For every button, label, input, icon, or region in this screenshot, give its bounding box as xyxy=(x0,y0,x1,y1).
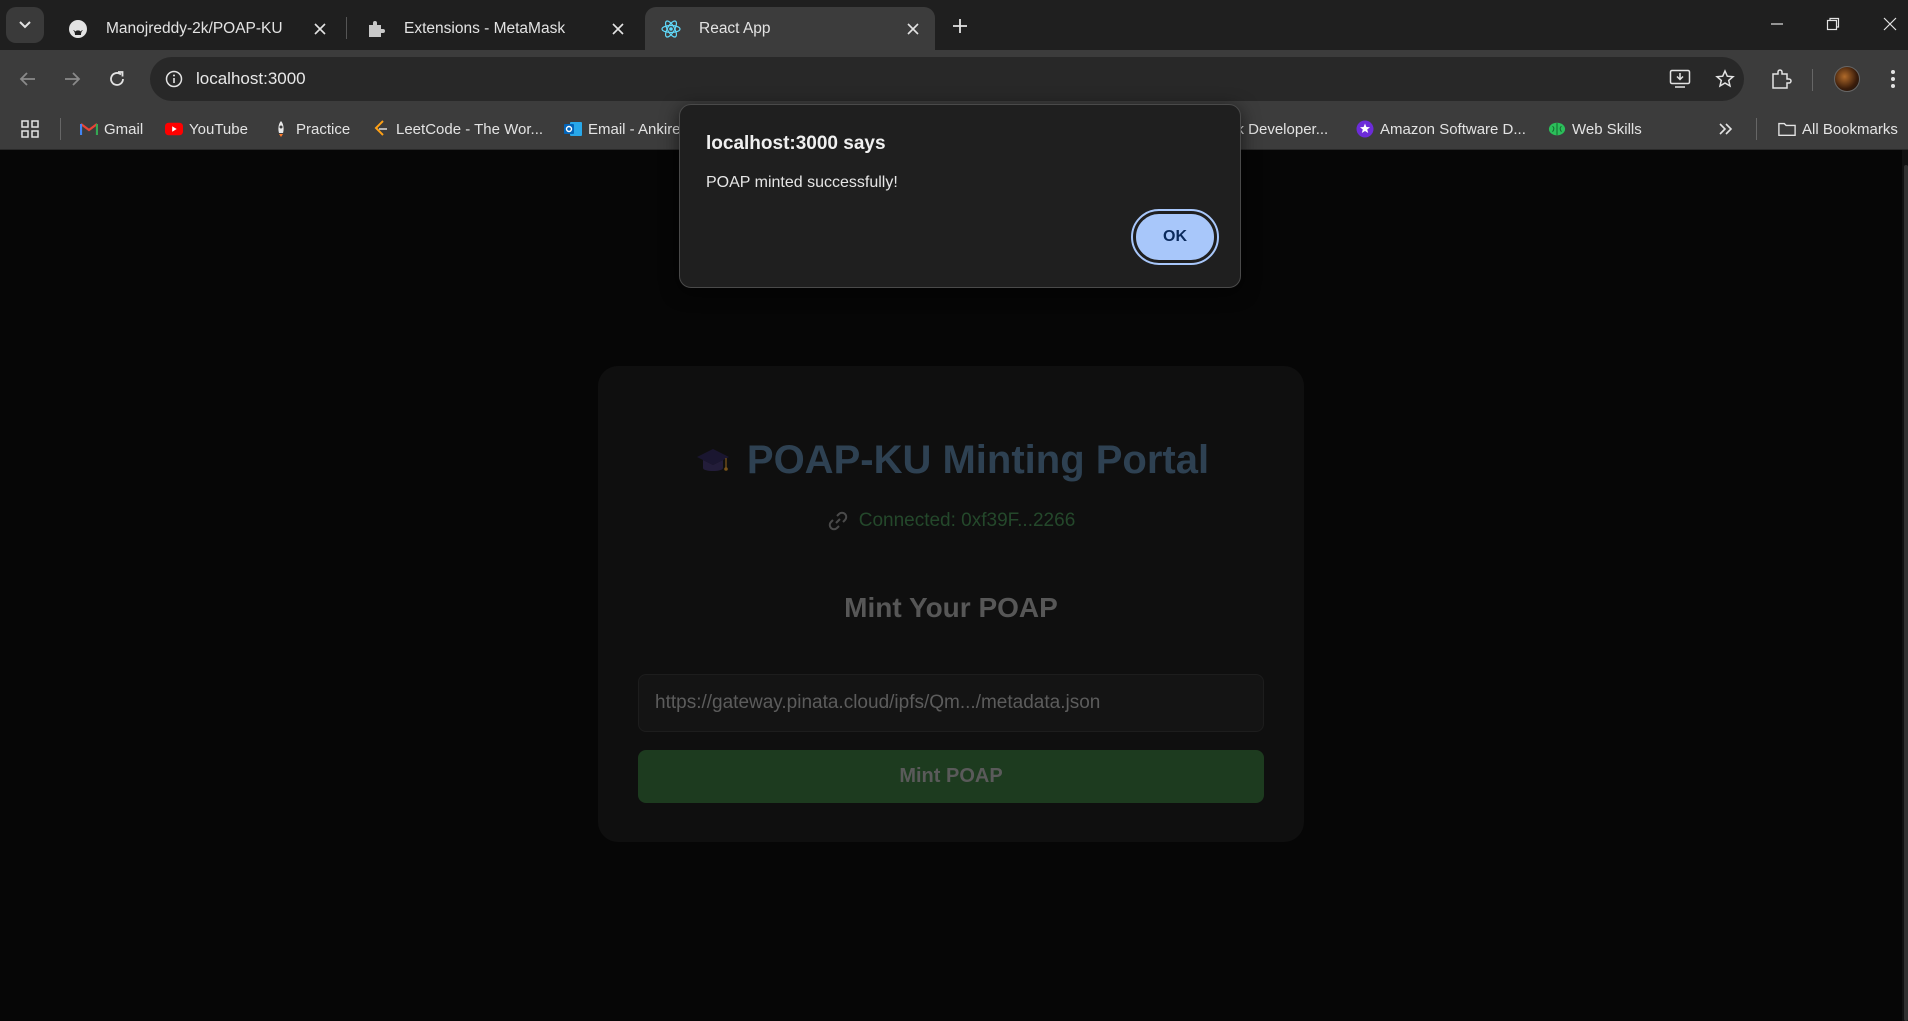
browser-toolbar: localhost:3000 xyxy=(0,50,1908,108)
browser-menu-button[interactable] xyxy=(1875,61,1908,97)
bookmark-label: YouTube xyxy=(189,120,248,138)
page-title: POAP-KU Minting Portal xyxy=(746,438,1210,482)
tab-extensions-metamask[interactable]: Extensions - MetaMask xyxy=(350,7,640,50)
bookmark-label: ck Developer... xyxy=(1229,120,1329,138)
header-row: POAP-KU Minting Portal xyxy=(598,438,1304,483)
alert-ok-button[interactable]: OK xyxy=(1131,209,1219,265)
close-icon xyxy=(1883,17,1897,31)
bookmark-label: Practice xyxy=(296,120,351,138)
restore-icon xyxy=(1826,17,1840,31)
tab-react-app[interactable]: React App xyxy=(645,7,935,50)
minimize-icon xyxy=(1771,23,1783,25)
profile-avatar[interactable] xyxy=(1834,66,1860,92)
bookmark-youtube[interactable]: YouTube xyxy=(165,117,248,141)
bookmark-label: Amazon Software D... xyxy=(1380,120,1526,138)
close-icon[interactable] xyxy=(306,15,334,43)
puzzle-icon xyxy=(364,17,388,41)
bookmark-label: Web Skills xyxy=(1572,120,1642,138)
toolbar-divider xyxy=(1812,69,1813,91)
tab-separator xyxy=(346,17,347,39)
more-bookmarks-button[interactable] xyxy=(1718,117,1734,141)
tab-title: Manojreddy-2k/POAP-KU xyxy=(106,19,283,37)
all-bookmarks-button[interactable]: All Bookmarks xyxy=(1778,117,1898,141)
bookmark-gmail[interactable]: Gmail xyxy=(80,117,143,141)
bookmark-practice[interactable]: Practice xyxy=(272,117,350,141)
mint-heading: Mint Your POAP xyxy=(844,592,1058,623)
tab-title: React App xyxy=(699,19,771,37)
forward-button[interactable] xyxy=(54,61,90,97)
alert-title: localhost:3000 says xyxy=(706,133,886,154)
apps-button[interactable] xyxy=(20,117,40,141)
mint-poap-button[interactable]: Mint POAP xyxy=(638,750,1264,803)
extensions-button[interactable] xyxy=(1763,61,1799,97)
bookmark-amazon-software[interactable]: Amazon Software D... xyxy=(1356,117,1526,141)
bookmark-developer[interactable]: ck Developer... xyxy=(1229,117,1328,141)
leetcode-icon xyxy=(372,120,390,138)
bookmark-label: LeetCode - The Wor... xyxy=(396,120,544,138)
gmail-icon xyxy=(80,120,98,138)
more-vertical-icon xyxy=(1891,70,1895,88)
restore-button[interactable] xyxy=(1813,8,1853,40)
bookmark-email[interactable]: Email - Ankire xyxy=(564,117,681,141)
minimize-button[interactable] xyxy=(1757,8,1797,40)
plus-icon xyxy=(953,19,967,33)
scrollbar-thumb[interactable] xyxy=(1904,165,1908,1021)
new-tab-button[interactable] xyxy=(944,11,976,41)
chevron-down-icon xyxy=(19,21,31,29)
puzzle-icon xyxy=(1772,69,1792,89)
outlook-icon xyxy=(564,120,582,138)
alert-message: POAP minted successfully! xyxy=(706,174,898,191)
all-bookmarks-label: All Bookmarks xyxy=(1802,120,1898,138)
back-button[interactable] xyxy=(10,61,46,97)
graduation-cap-icon xyxy=(696,448,729,471)
reload-icon xyxy=(110,71,124,86)
youtube-icon xyxy=(165,120,183,138)
bookmarks-divider xyxy=(1756,118,1757,140)
arrow-right-icon xyxy=(65,72,81,86)
tab-title: Extensions - MetaMask xyxy=(404,19,566,37)
metadata-url-input[interactable] xyxy=(638,674,1264,732)
install-app-icon[interactable] xyxy=(1666,66,1694,92)
address-bar[interactable]: localhost:3000 xyxy=(150,57,1744,101)
apps-grid-icon xyxy=(21,120,39,138)
url-text[interactable]: localhost:3000 xyxy=(196,69,306,89)
bookmark-leetcode[interactable]: LeetCode - The Wor... xyxy=(372,117,543,141)
alert-dialog: localhost:3000 says POAP minted successf… xyxy=(679,104,1241,288)
star-badge-icon xyxy=(1356,120,1374,138)
tab-strip: Manojreddy-2k/POAP-KU Extensions - MetaM… xyxy=(0,0,1908,50)
arrow-left-icon xyxy=(19,72,35,86)
folder-icon xyxy=(1778,120,1796,138)
bookmarks-divider xyxy=(60,118,61,140)
site-info-icon[interactable] xyxy=(160,65,188,93)
reload-button[interactable] xyxy=(99,61,135,97)
tab-github[interactable]: Manojreddy-2k/POAP-KU xyxy=(52,7,342,50)
react-icon xyxy=(659,17,683,41)
bookmark-label: Gmail xyxy=(104,120,144,138)
bookmark-label: Email - Ankire xyxy=(588,120,681,138)
connection-status: Connected: 0xf39F...2266 xyxy=(598,510,1304,532)
brain-icon xyxy=(1548,120,1566,138)
tab-search-button[interactable] xyxy=(6,7,44,43)
close-icon[interactable] xyxy=(899,15,927,43)
rocket-icon xyxy=(272,120,290,138)
link-icon xyxy=(828,511,847,531)
bookmark-star-icon[interactable] xyxy=(1711,66,1739,92)
double-chevron-right-icon xyxy=(1719,123,1733,135)
connected-address: Connected: 0xf39F...2266 xyxy=(858,510,1076,531)
bookmark-web-skills[interactable]: Web Skills xyxy=(1548,117,1642,141)
github-icon xyxy=(66,17,90,41)
minting-card: POAP-KU Minting Portal Connected: 0xf39F… xyxy=(598,366,1304,842)
close-window-button[interactable] xyxy=(1870,8,1908,40)
close-icon[interactable] xyxy=(604,15,632,43)
